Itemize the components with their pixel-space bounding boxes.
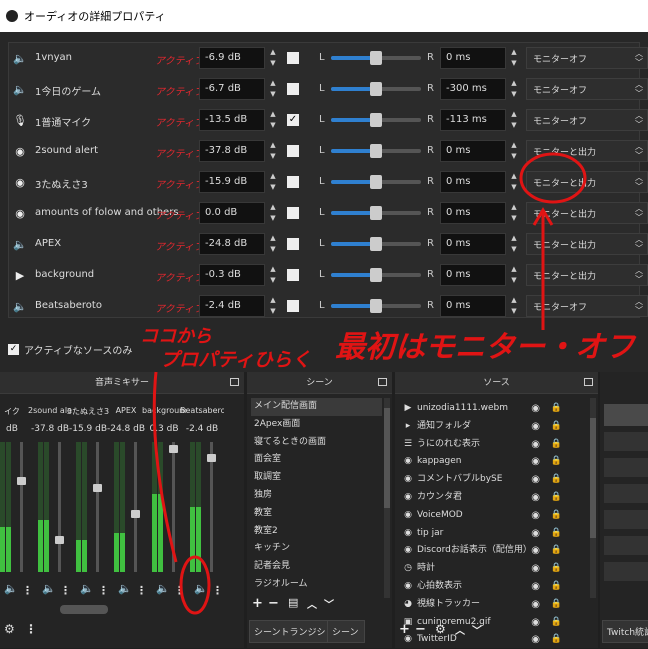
annotation-line-to-dots <box>152 371 178 563</box>
annotation-arrow-up <box>532 207 554 330</box>
annotation-text-line3: 最初はモニター・オフ <box>335 330 635 365</box>
annotation-text-line2: プロパティひらく <box>160 349 311 371</box>
annotation-circle-monitor <box>519 152 587 204</box>
annotation-circle-dots <box>179 555 211 615</box>
